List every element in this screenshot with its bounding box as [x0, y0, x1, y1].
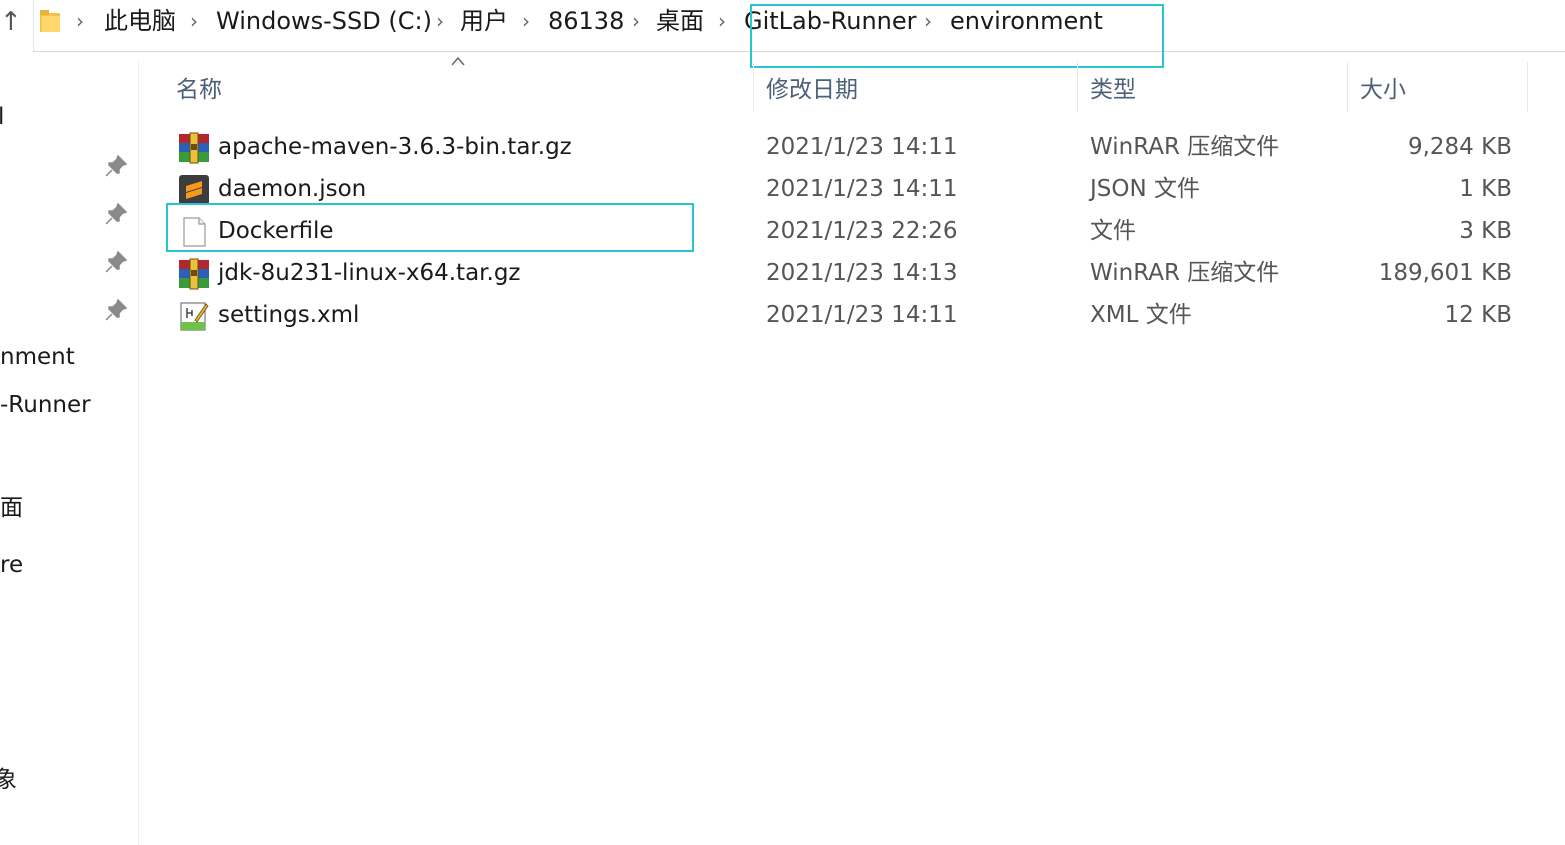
file-date: 2021/1/23 14:11 — [766, 302, 958, 328]
column-header-size[interactable]: 大小 — [1360, 72, 1406, 108]
up-arrow-icon[interactable]: ↑ — [0, 6, 22, 38]
nav-item-partial[interactable]: 象 — [0, 760, 17, 794]
breadcrumb-chevron-icon[interactable]: › — [718, 3, 726, 39]
file-size: 3 KB — [1459, 218, 1512, 244]
file-type: WinRAR 压缩文件 — [1090, 134, 1280, 160]
nav-item-environment[interactable]: nment — [0, 344, 75, 370]
column-separator[interactable] — [1347, 62, 1348, 112]
file-date: 2021/1/23 22:26 — [766, 218, 958, 244]
file-date: 2021/1/23 14:13 — [766, 260, 958, 286]
file-row[interactable]: settings.xml 2021/1/23 14:11 XML 文件 12 K… — [166, 294, 1526, 336]
column-separator[interactable] — [753, 62, 754, 112]
file-name[interactable]: apache-maven-3.6.3-bin.tar.gz — [218, 129, 572, 165]
winrar-archive-icon — [179, 258, 209, 290]
navigation-pane — [0, 62, 138, 845]
breadcrumb-chevron-icon[interactable]: › — [522, 3, 530, 39]
file-size: 12 KB — [1444, 302, 1512, 328]
column-header-type[interactable]: 类型 — [1090, 72, 1136, 108]
breadcrumb-this-pc[interactable]: 此电脑 — [104, 3, 176, 39]
nav-item-desktop[interactable]: 面 — [0, 488, 23, 522]
file-row[interactable]: apache-maven-3.6.3-bin.tar.gz 2021/1/23 … — [166, 126, 1526, 168]
file-size: 189,601 KB — [1378, 260, 1512, 286]
nav-item-gitlab-runner[interactable]: -Runner — [0, 392, 91, 418]
file-name[interactable]: jdk-8u231-linux-x64.tar.gz — [218, 255, 521, 291]
pin-icon[interactable] — [104, 202, 128, 226]
file-type: JSON 文件 — [1090, 176, 1201, 202]
file-date: 2021/1/23 14:11 — [766, 176, 958, 202]
xml-notepad-icon — [180, 302, 209, 331]
folder-icon — [40, 10, 60, 32]
address-bar-divider — [33, 0, 34, 52]
sublime-text-icon — [179, 175, 209, 205]
pin-icon[interactable] — [104, 298, 128, 322]
pin-icon[interactable] — [104, 250, 128, 274]
file-type: WinRAR 压缩文件 — [1090, 260, 1280, 286]
column-header-name[interactable]: 名称 — [176, 72, 222, 108]
navigation-pane-divider — [138, 62, 139, 845]
file-type: XML 文件 — [1090, 302, 1192, 328]
pin-icon[interactable] — [104, 154, 128, 178]
file-type: 文件 — [1090, 218, 1136, 244]
column-separator[interactable] — [1527, 62, 1528, 112]
nav-item-partial[interactable]: re — [0, 552, 23, 578]
file-name[interactable]: settings.xml — [218, 297, 359, 333]
file-row[interactable]: jdk-8u231-linux-x64.tar.gz 2021/1/23 14:… — [166, 252, 1526, 294]
sort-ascending-icon — [451, 56, 465, 66]
nav-item-partial[interactable]: l — [0, 104, 4, 130]
breadcrumb-chevron-icon[interactable]: › — [76, 3, 84, 39]
breadcrumb-chevron-icon[interactable]: › — [632, 3, 640, 39]
breadcrumb-user-86138[interactable]: 86138 — [548, 3, 624, 39]
winrar-archive-icon — [179, 132, 209, 164]
breadcrumb-desktop[interactable]: 桌面 — [656, 3, 704, 39]
file-name[interactable]: daemon.json — [218, 171, 366, 207]
file-size: 1 KB — [1459, 176, 1512, 202]
file-size: 9,284 KB — [1407, 134, 1512, 160]
file-date: 2021/1/23 14:11 — [766, 134, 958, 160]
breadcrumb-chevron-icon[interactable]: › — [190, 3, 198, 39]
breadcrumb-chevron-icon[interactable]: › — [436, 3, 444, 39]
dockerfile-highlight-box — [166, 203, 694, 252]
column-separator[interactable] — [1077, 62, 1078, 112]
path-highlight-box — [750, 4, 1164, 68]
column-header-date[interactable]: 修改日期 — [766, 72, 858, 108]
breadcrumb-drive-c[interactable]: Windows-SSD (C:) — [216, 3, 432, 39]
breadcrumb-users[interactable]: 用户 — [460, 3, 508, 39]
